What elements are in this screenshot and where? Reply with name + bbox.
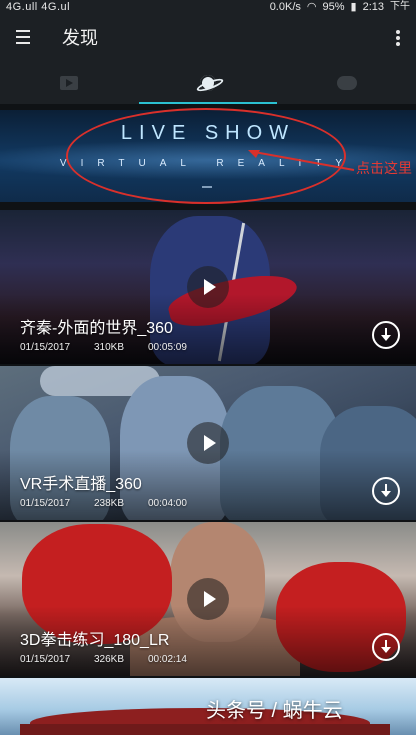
video-duration: 00:02:14 [148, 654, 187, 665]
signal-indicator: 4G.ull 4G.ul [6, 1, 71, 13]
video-size: 326KB [94, 654, 125, 665]
video-item-2[interactable]: VR手术直播_360 01/15/2017 238KB 00:04:00 [0, 366, 416, 520]
clock-ampm: 下午 [390, 1, 410, 12]
app-bar: 发现 [0, 14, 416, 62]
clock-time: 2:13 [362, 1, 384, 13]
video-size: 238KB [94, 498, 125, 509]
play-button[interactable] [187, 266, 229, 308]
play-button[interactable] [187, 422, 229, 464]
annotation-arrow [248, 150, 355, 171]
video-item-3[interactable]: 3D拳击练习_180_LR 01/15/2017 326KB 00:02:14 [0, 522, 416, 676]
status-right: 0.0K/s ◠ 95% ▮ 2:13 下午 [270, 0, 410, 14]
page-title: 发现 [62, 28, 98, 48]
film-icon [60, 76, 78, 90]
tab-bar [0, 62, 416, 104]
menu-icon[interactable] [16, 30, 30, 44]
tab-active-indicator [139, 102, 277, 104]
video-duration: 00:05:09 [148, 342, 187, 353]
download-icon[interactable] [372, 321, 400, 349]
download-icon[interactable] [372, 477, 400, 505]
download-icon[interactable] [372, 633, 400, 661]
watermark-text: 头条号 / 蜗牛云 [206, 700, 343, 722]
battery-icon: ▮ [350, 1, 357, 13]
video-meta: 01/15/2017 310KB 00:05:09 [20, 342, 208, 353]
video-title: 3D拳击练习_180_LR [20, 632, 170, 649]
tab-discover[interactable] [139, 62, 277, 104]
cloud-icon [337, 76, 357, 90]
play-button[interactable] [187, 578, 229, 620]
battery-level: 95% [322, 1, 345, 13]
status-bar: 4G.ull 4G.ul 0.0K/s ◠ 95% ▮ 2:13 下午 [0, 0, 416, 14]
video-date: 01/15/2017 [20, 498, 71, 509]
tab-cloud[interactable] [278, 62, 416, 104]
annotation-text: 点击这里 [356, 160, 412, 176]
temple-eave [20, 724, 390, 735]
wifi-icon: ◠ [306, 1, 317, 13]
video-title: VR手术直播_360 [20, 476, 142, 493]
video-item-1[interactable]: 齐秦-外面的世界_360 01/15/2017 310KB 00:05:09 [0, 210, 416, 364]
video-size: 310KB [94, 342, 125, 353]
network-speed: 0.0K/s [269, 1, 301, 13]
video-date: 01/15/2017 [20, 654, 71, 665]
more-options-icon[interactable] [396, 30, 400, 46]
video-title: 齐秦-外面的世界_360 [20, 320, 173, 337]
video-meta: 01/15/2017 326KB 00:02:14 [20, 654, 208, 665]
planet-icon [200, 75, 216, 91]
video-date: 01/15/2017 [20, 342, 71, 353]
tab-videos[interactable] [0, 62, 138, 104]
video-duration: 00:04:00 [148, 498, 187, 509]
video-meta: 01/15/2017 238KB 00:04:00 [20, 498, 208, 509]
